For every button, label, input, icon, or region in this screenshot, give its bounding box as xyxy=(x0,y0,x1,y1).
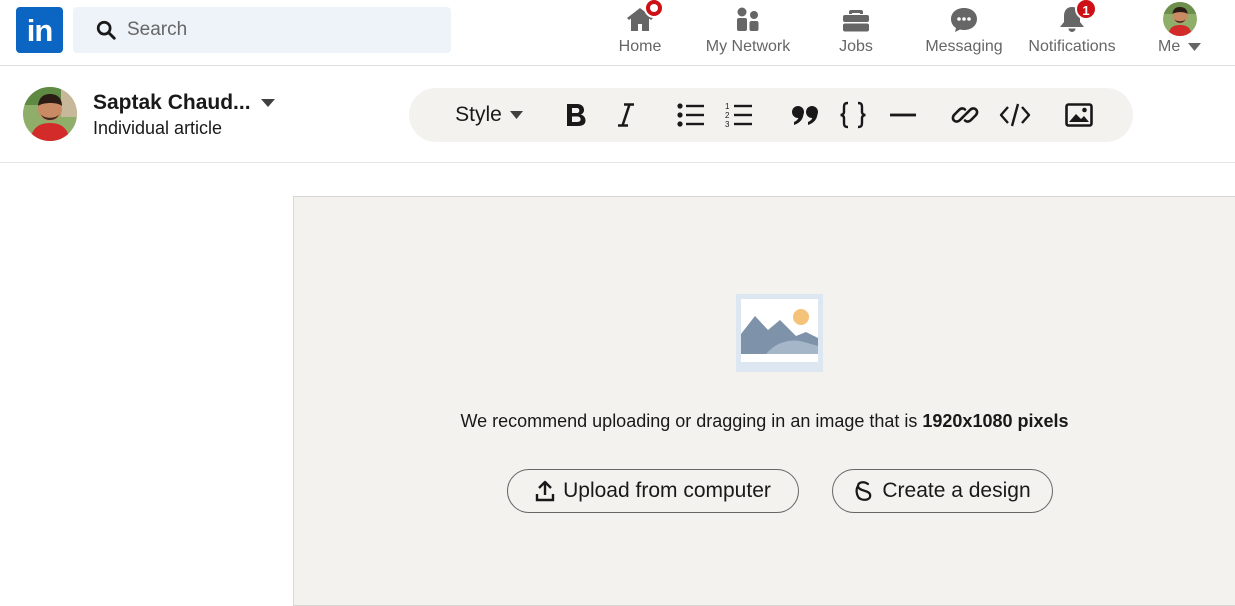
style-dropdown[interactable]: Style xyxy=(449,88,529,142)
italic-icon xyxy=(618,103,634,127)
messaging-icon xyxy=(951,8,977,32)
image-placeholder-icon xyxy=(736,294,823,372)
linkedin-logo[interactable]: in xyxy=(16,7,63,53)
cover-image-dropzone[interactable]: We recommend uploading or dragging in an… xyxy=(293,196,1235,606)
svg-text:1: 1 xyxy=(725,102,730,111)
nav-my-network-label: My Network xyxy=(705,38,791,55)
svg-text:2: 2 xyxy=(725,111,730,120)
bulleted-list-icon xyxy=(677,103,704,127)
caret-down-icon xyxy=(509,111,523,119)
avatar xyxy=(1163,2,1197,36)
author-name: Saptak Chaud... xyxy=(93,91,251,114)
insert-image-button[interactable] xyxy=(1061,88,1097,142)
recommendation-prefix: We recommend uploading or dragging in an… xyxy=(460,411,923,431)
numbered-list-button[interactable]: 1 2 3 xyxy=(721,88,757,142)
author-avatar xyxy=(23,87,77,141)
nav-jobs[interactable]: Jobs xyxy=(826,0,886,66)
divider-icon xyxy=(890,113,916,117)
search-icon xyxy=(96,20,116,40)
nav-home-label: Home xyxy=(618,38,662,55)
search-input[interactable] xyxy=(127,7,427,53)
numbered-list-icon: 1 2 3 xyxy=(725,102,752,129)
embed-code-button[interactable] xyxy=(997,88,1033,142)
nav-notifications-label: Notifications xyxy=(1028,38,1116,55)
image-icon xyxy=(1065,103,1093,127)
quote-icon xyxy=(792,106,818,125)
link-button[interactable] xyxy=(947,88,983,142)
recommended-size: 1920x1080 pixels xyxy=(922,411,1069,431)
author-dropdown-caret-icon[interactable] xyxy=(260,98,276,108)
caret-down-icon xyxy=(1187,42,1201,51)
article-type-label: Individual article xyxy=(93,118,223,138)
nav-jobs-label: Jobs xyxy=(839,38,873,55)
search-bar[interactable] xyxy=(73,7,451,53)
bulleted-list-button[interactable] xyxy=(673,88,709,142)
editor-header: Saptak Chaud... Individual article Style xyxy=(0,66,1235,163)
upload-from-computer-button[interactable]: Upload from computer xyxy=(507,469,799,513)
style-label: Style xyxy=(455,103,502,126)
nav-my-network[interactable]: My Network xyxy=(700,0,796,66)
upload-icon xyxy=(535,480,555,502)
home-notification-dot xyxy=(644,0,664,18)
nav-notifications[interactable]: 1 Notifications xyxy=(1024,0,1120,66)
nav-messaging[interactable]: Messaging xyxy=(922,0,1006,66)
nav-me-label: Me xyxy=(1158,38,1201,56)
quote-button[interactable] xyxy=(787,88,823,142)
top-nav: in Home My Network Jobs xyxy=(0,0,1235,66)
notifications-badge: 1 xyxy=(1075,0,1097,20)
bold-button[interactable] xyxy=(559,88,593,142)
divider-button[interactable] xyxy=(885,88,921,142)
create-a-design-button[interactable]: Create a design xyxy=(832,469,1053,513)
code-braces-icon xyxy=(840,101,866,129)
nav-me[interactable]: Me xyxy=(1150,0,1210,66)
link-icon xyxy=(951,107,979,123)
upload-from-computer-label: Upload from computer xyxy=(563,479,771,502)
me-label-text: Me xyxy=(1158,38,1181,55)
logo-text: in xyxy=(26,13,54,48)
create-a-design-label: Create a design xyxy=(882,479,1031,502)
network-icon xyxy=(737,7,759,31)
formatting-toolbar: Style 1 2 3 xyxy=(409,88,1133,142)
italic-button[interactable] xyxy=(609,88,643,142)
design-tool-icon xyxy=(855,481,872,501)
svg-text:3: 3 xyxy=(725,120,730,129)
nav-messaging-label: Messaging xyxy=(925,38,1003,55)
bold-icon xyxy=(567,104,586,126)
code-block-button[interactable] xyxy=(835,88,871,142)
briefcase-icon xyxy=(843,10,869,32)
upload-recommendation-text: We recommend uploading or dragging in an… xyxy=(294,411,1235,432)
embed-code-icon xyxy=(999,103,1031,127)
nav-home[interactable]: Home xyxy=(606,0,674,66)
